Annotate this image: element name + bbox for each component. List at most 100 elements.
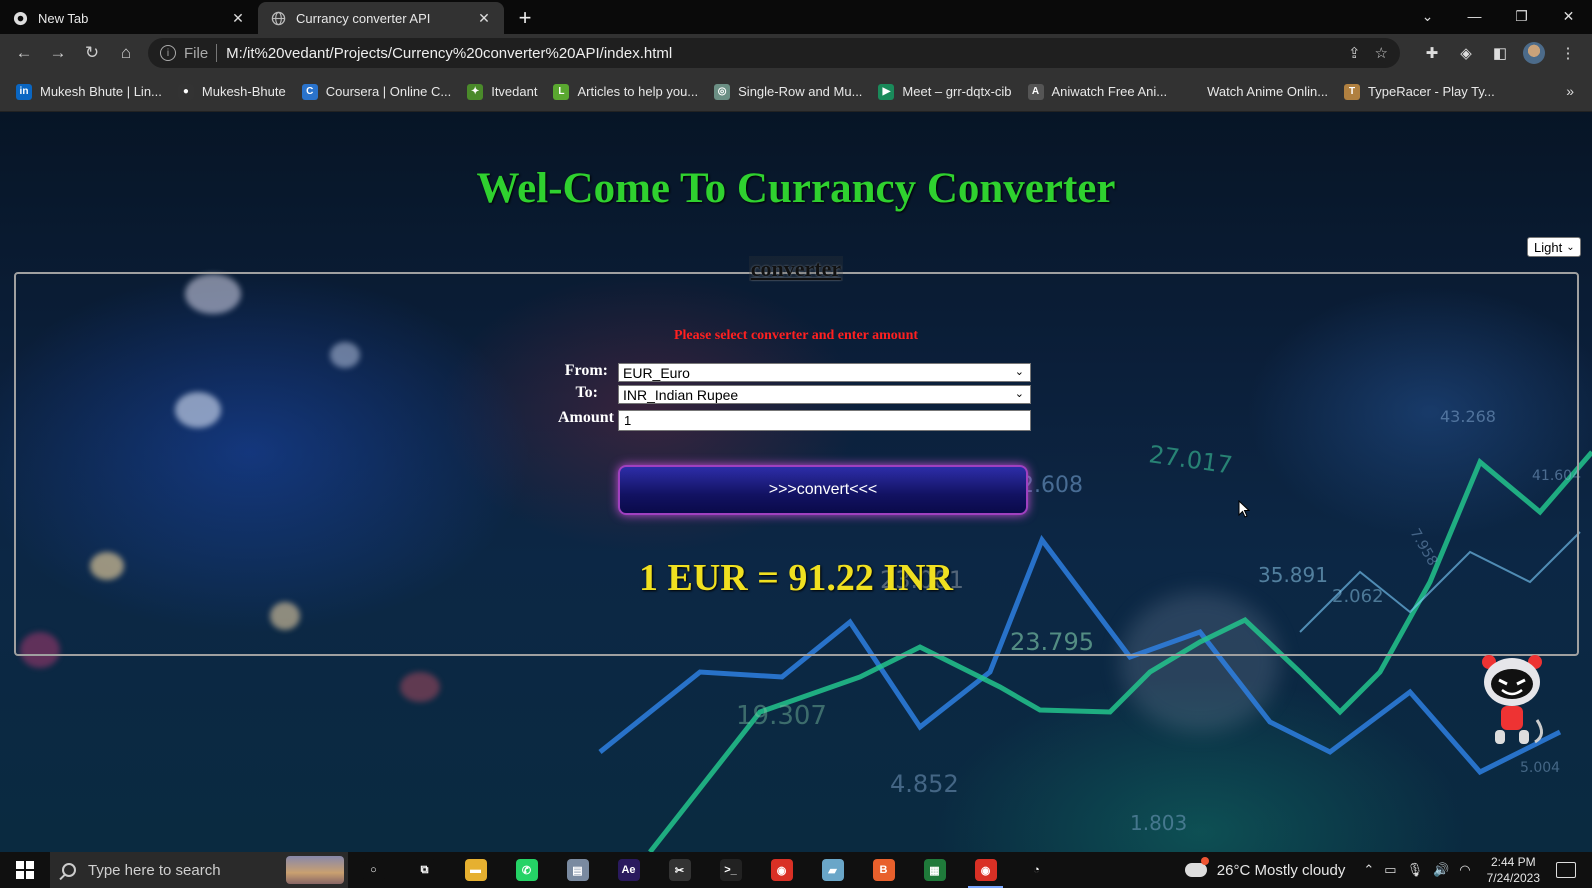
taskbar-search-box[interactable]: Type here to search xyxy=(50,852,348,888)
bookmarks-overflow-icon[interactable]: » xyxy=(1566,83,1574,99)
task-view-icon[interactable]: ⧉ xyxy=(399,852,450,888)
to-label: To: xyxy=(575,384,598,401)
profile-avatar[interactable] xyxy=(1522,38,1546,68)
weather-text: 26°C Mostly cloudy xyxy=(1216,861,1346,879)
close-tab-icon[interactable]: ✕ xyxy=(230,10,246,26)
bookmark-item[interactable]: in Mukesh Bhute | Lin... xyxy=(16,83,162,100)
windows-start-icon[interactable] xyxy=(0,852,50,888)
to-currency-select[interactable]: INR_Indian Rupee ⌄ xyxy=(618,385,1031,404)
back-arrow-icon[interactable]: ← xyxy=(8,37,40,69)
cortana-icon[interactable]: ○ xyxy=(348,852,399,888)
bookmark-item[interactable]: ● Mukesh-Bhute xyxy=(177,83,286,100)
battery-icon[interactable]: ▭ xyxy=(1384,862,1396,878)
from-currency-select[interactable]: EUR_Euro ⌄ xyxy=(618,363,1031,382)
url-text[interactable]: M:/it%20vedant/Projects/Currency%20conve… xyxy=(226,45,672,62)
home-icon[interactable]: ⌂ xyxy=(110,37,142,69)
to-currency-value: INR_Indian Rupee xyxy=(623,386,739,403)
bookmark-label: Mukesh-Bhute xyxy=(201,84,286,99)
menu-kebab-icon[interactable]: ⋮ xyxy=(1556,38,1580,68)
clock-time: 2:44 PM xyxy=(1490,855,1536,869)
side-panel-icon[interactable]: ◧ xyxy=(1488,38,1512,68)
wifi-icon[interactable]: ◠ xyxy=(1459,862,1470,878)
robot-mascot-icon[interactable] xyxy=(1477,650,1547,750)
search-placeholder: Type here to search xyxy=(88,861,221,879)
tab-title: New Tab xyxy=(38,10,89,26)
extension-icon[interactable]: ◈ xyxy=(1454,38,1478,68)
microphone-icon[interactable]: 🎙 xyxy=(1407,862,1424,878)
chrome-profile-glyph: ◉ xyxy=(974,859,997,881)
notification-icon[interactable] xyxy=(1556,862,1576,878)
bookmark-item[interactable]: ◎ Single-Row and Mu... xyxy=(714,83,863,100)
close-tab-icon[interactable]: ✕ xyxy=(476,10,492,26)
terminal-icon[interactable]: >_ xyxy=(705,852,756,888)
share-icon[interactable]: ⇪ xyxy=(1348,44,1361,62)
bookmark-item[interactable]: ▶ Meet – grr-dqtx-cib xyxy=(878,83,1012,100)
page-heading: Wel-Come To Currancy Converter xyxy=(476,165,1116,212)
tab-new-tab[interactable]: New Tab ✕ xyxy=(0,2,258,34)
restore-icon[interactable]: ❐ xyxy=(1498,0,1545,32)
clock[interactable]: 2:44 PM 7/24/2023 xyxy=(1487,854,1540,886)
url-protocol: File xyxy=(184,44,209,62)
volume-icon[interactable]: 🔊 xyxy=(1433,862,1449,878)
mouse-cursor-icon xyxy=(1238,500,1250,518)
extensions-puzzle-icon[interactable]: ✚ xyxy=(1420,38,1444,68)
articles-icon: L xyxy=(553,83,570,100)
openai-icon: ◎ xyxy=(714,83,731,100)
site-info-icon[interactable]: i xyxy=(160,45,176,61)
chevron-up-icon[interactable]: ⌃ xyxy=(1363,862,1374,878)
record-icon[interactable]: ◔ xyxy=(1011,852,1062,888)
record-glyph: ◔ xyxy=(1025,859,1048,881)
from-label: From: xyxy=(564,362,608,379)
converter-legend: converter xyxy=(0,256,1592,282)
search-highlight-image xyxy=(286,856,344,884)
bookmark-item[interactable]: C Coursera | Online C... xyxy=(301,83,451,100)
amount-input[interactable]: 1 xyxy=(618,410,1031,431)
minimize-icon[interactable]: — xyxy=(1451,0,1498,32)
url-separator xyxy=(216,44,218,62)
chrome-icon xyxy=(12,10,28,26)
app-icon[interactable]: ▤ xyxy=(552,852,603,888)
from-currency-value: EUR_Euro xyxy=(623,364,690,381)
new-tab-plus-icon[interactable]: + xyxy=(510,3,540,33)
linkedin-icon: in xyxy=(16,83,32,100)
tab-strip: New Tab ✕ Currancy converter API ✕ + ⌄ —… xyxy=(0,0,1592,34)
forward-arrow-icon[interactable]: → xyxy=(42,37,74,69)
bookmarks-bar: in Mukesh Bhute | Lin... ● Mukesh-Bhute C Cou… xyxy=(0,72,1592,112)
address-bar[interactable]: i File M:/it%20vedant/Projects/Currency%… xyxy=(148,38,1400,68)
itvedant-icon: ✦ xyxy=(467,83,484,100)
bookmark-item[interactable]: ✦ Itvedant xyxy=(467,83,537,100)
after-effects-icon[interactable]: Ae xyxy=(603,852,654,888)
chrome-profile-icon[interactable]: ◉ xyxy=(960,852,1011,888)
windows-taskbar: Type here to search ○ ⧉ ▬ ✆ ▤ Ae ✂ >_ ◉ ▰ B ▦ ◉ ◔ 26°… xyxy=(0,852,1592,888)
svg-text:19.307: 19.307 xyxy=(736,701,827,731)
task-view-glyph: ⧉ xyxy=(413,859,436,881)
theme-select-value: Light xyxy=(1534,239,1563,255)
sheets-icon[interactable]: ▦ xyxy=(909,852,960,888)
globe-icon xyxy=(270,10,286,26)
whatsapp-icon[interactable]: ✆ xyxy=(501,852,552,888)
bookmark-star-icon[interactable]: ☆ xyxy=(1375,44,1388,62)
clapper-icon[interactable]: ✂ xyxy=(654,852,705,888)
close-window-icon[interactable]: ✕ xyxy=(1545,0,1592,32)
chrome-icon[interactable]: ◉ xyxy=(756,852,807,888)
convert-button[interactable]: >>>convert<<< xyxy=(618,465,1028,515)
search-icon xyxy=(62,863,76,877)
theme-select[interactable]: Light ⌄ xyxy=(1527,237,1581,257)
bookmark-item[interactable]: L Articles to help you... xyxy=(553,83,698,100)
bookmark-item[interactable]: A Aniwatch Free Ani... xyxy=(1027,83,1167,100)
bookmark-item[interactable]: Watch Anime Onlin... xyxy=(1183,83,1328,100)
reload-icon[interactable]: ↻ xyxy=(76,37,108,69)
tab-search-chevron-icon[interactable]: ⌄ xyxy=(1404,0,1451,32)
bandicam-icon[interactable]: B xyxy=(858,852,909,888)
bookmark-item[interactable]: T TypeRacer - Play Ty... xyxy=(1344,83,1495,100)
notes-icon[interactable]: ▰ xyxy=(807,852,858,888)
tab-currency-converter[interactable]: Currancy converter API ✕ xyxy=(258,2,504,34)
bookmark-label: Single-Row and Mu... xyxy=(738,84,863,99)
bookmark-label: Meet – grr-dqtx-cib xyxy=(902,84,1012,99)
weather-widget[interactable]: 26°C Mostly cloudy xyxy=(1184,857,1346,879)
file-explorer-icon[interactable]: ▬ xyxy=(450,852,501,888)
tab-title: Currancy converter API xyxy=(296,10,431,26)
instruction-message: Please select converter and enter amount xyxy=(673,328,919,343)
bandicam-glyph: B xyxy=(872,859,895,881)
chevron-down-icon: ⌄ xyxy=(1566,241,1575,253)
